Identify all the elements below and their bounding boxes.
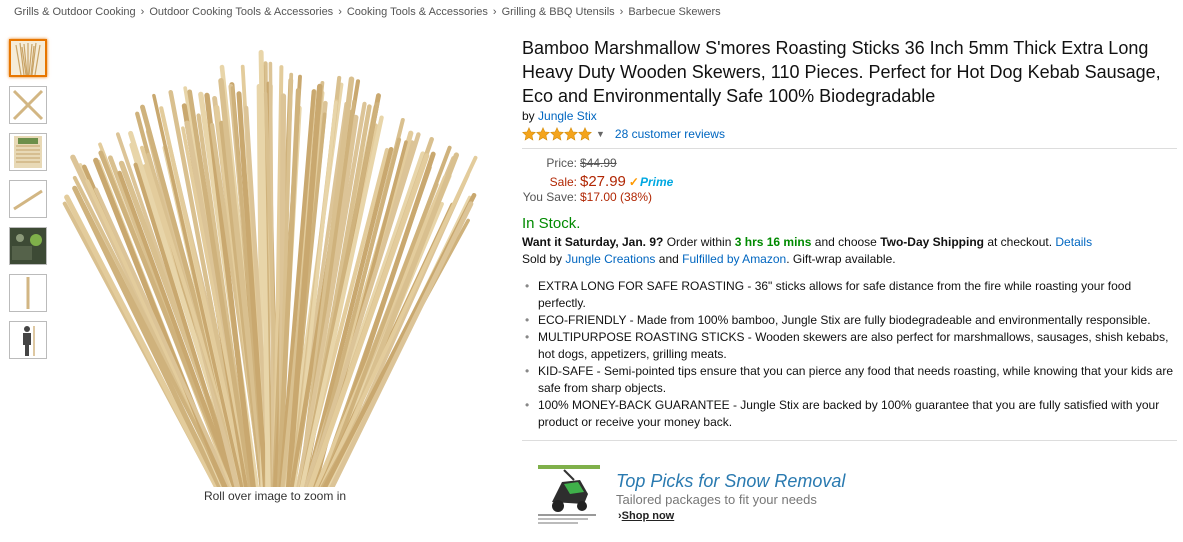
and-choose-label: and choose bbox=[814, 235, 877, 249]
breadcrumb-link[interactable]: Barbecue Skewers bbox=[628, 6, 720, 18]
breadcrumb: Grills & Outdoor Cooking › Outdoor Cooking… bbox=[14, 6, 721, 18]
skewers-thumb-image bbox=[11, 41, 45, 75]
product-details: Bamboo Marshmallow S'mores Roasting Stic… bbox=[522, 36, 1177, 441]
and-label: and bbox=[658, 252, 679, 266]
savings-row: You Save: $17.00 (38%) bbox=[522, 190, 1177, 207]
sale-price-label: Sale: bbox=[549, 175, 577, 189]
details-link[interactable]: Details bbox=[1055, 235, 1092, 249]
thumbnail-6[interactable] bbox=[9, 274, 47, 312]
seller-link[interactable]: Jungle Creations bbox=[565, 252, 655, 266]
breadcrumb-link[interactable]: Grilling & BBQ Utensils bbox=[502, 6, 615, 18]
star-icon bbox=[564, 126, 578, 141]
sale-price: $27.99 bbox=[580, 173, 626, 190]
breadcrumb-separator: › bbox=[492, 6, 497, 18]
stock-status: In Stock. bbox=[522, 215, 581, 232]
ad-title[interactable]: Top Picks for Snow Removal bbox=[616, 471, 845, 492]
star-icon bbox=[578, 126, 592, 141]
shop-now-label: Shop now bbox=[621, 510, 675, 522]
star-icon bbox=[550, 126, 564, 141]
breadcrumb-separator: › bbox=[619, 6, 624, 18]
ad-subtitle: Tailored packages to fit your needs bbox=[616, 492, 817, 507]
feature-bullet: KID-SAFE - Semi-pointed tips ensure that… bbox=[522, 363, 1177, 397]
savings-value: $17.00 (38%) bbox=[580, 190, 653, 204]
main-product-image[interactable] bbox=[55, 40, 495, 487]
breadcrumb-link[interactable]: Cooking Tools & Accessories bbox=[347, 6, 488, 18]
package-thumb-image bbox=[14, 136, 42, 168]
feature-bullet: EXTRA LONG FOR SAFE ROASTING - 36" stick… bbox=[522, 278, 1177, 312]
by-label: by bbox=[522, 109, 535, 123]
zoom-hint: Roll over image to zoom in bbox=[203, 489, 347, 503]
breadcrumb-link[interactable]: Outdoor Cooking Tools & Accessories bbox=[149, 6, 333, 18]
divider bbox=[522, 148, 1177, 149]
list-price-row: Price: $44.99 bbox=[522, 156, 1177, 173]
thumbnail-7[interactable] bbox=[9, 321, 47, 359]
brand-link[interactable]: Jungle Stix bbox=[538, 109, 597, 123]
order-countdown: 3 hrs 16 mins bbox=[734, 235, 812, 249]
list-price-label: Price: bbox=[546, 156, 577, 170]
thumbnail-1[interactable] bbox=[9, 39, 47, 77]
prime-check-icon: ✓ bbox=[628, 175, 639, 189]
want-it-date: Want it Saturday, Jan. 9? bbox=[522, 235, 664, 249]
shop-now-link[interactable]: ›Shop now bbox=[618, 510, 674, 522]
star-icon bbox=[536, 126, 550, 141]
campfire-thumb-image bbox=[10, 228, 46, 264]
prime-badge[interactable]: ✓ Prime bbox=[629, 175, 673, 189]
breadcrumb-separator: › bbox=[338, 6, 342, 18]
reviews-link[interactable]: 28 customer reviews bbox=[615, 127, 725, 141]
person-silhouette-thumb-image bbox=[23, 326, 35, 356]
thumbnail-strip bbox=[9, 39, 49, 368]
rating-row: ▼ 28 customer reviews bbox=[522, 125, 1177, 142]
order-within-label: Order within bbox=[666, 235, 732, 249]
stick-length-thumb-image bbox=[26, 277, 30, 309]
breadcrumb-link[interactable]: Grills & Outdoor Cooking bbox=[14, 6, 136, 18]
feature-bullet: 100% MONEY-BACK GUARANTEE - Jungle Stix … bbox=[522, 397, 1177, 431]
chevron-down-icon[interactable]: ▼ bbox=[596, 129, 605, 139]
thumbnail-5[interactable] bbox=[9, 227, 47, 265]
thumbnail-4[interactable] bbox=[9, 180, 47, 218]
star-icon bbox=[522, 126, 536, 141]
feature-bullets: EXTRA LONG FOR SAFE ROASTING - 36" stick… bbox=[522, 278, 1177, 431]
star-rating[interactable] bbox=[522, 126, 592, 141]
shipping-option: Two-Day Shipping bbox=[880, 235, 984, 249]
at-checkout-label: at checkout. bbox=[987, 235, 1053, 249]
sale-price-row: Sale: $27.99 ✓ Prime bbox=[522, 173, 1177, 190]
gift-wrap-text: . Gift-wrap available. bbox=[786, 252, 896, 266]
fulfilled-by-amazon-link[interactable]: Fulfilled by Amazon bbox=[682, 252, 786, 266]
snow-removal-ad[interactable]: Top Picks for Snow Removal Tailored pack… bbox=[534, 464, 934, 528]
divider bbox=[522, 440, 1177, 441]
snow-thrower-ad-image bbox=[534, 464, 604, 526]
breadcrumb-separator: › bbox=[140, 6, 145, 18]
thumbnail-3[interactable] bbox=[9, 133, 47, 171]
list-price: $44.99 bbox=[580, 156, 617, 170]
single-stick-thumb-image bbox=[13, 189, 43, 211]
price-block: Price: $44.99 Sale: $27.99 ✓ Prime You Sa… bbox=[522, 156, 1177, 207]
savings-label: You Save: bbox=[522, 190, 577, 204]
delivery-info: Want it Saturday, Jan. 9? Order within 3… bbox=[522, 234, 1177, 268]
feature-bullet: ECO-FRIENDLY - Made from 100% bamboo, Ju… bbox=[522, 312, 1177, 329]
skewers-bundle-image bbox=[62, 49, 478, 487]
product-title: Bamboo Marshmallow S'mores Roasting Stic… bbox=[522, 38, 1161, 106]
thumbnail-2[interactable] bbox=[9, 86, 47, 124]
crossed-sticks-thumb-image bbox=[12, 89, 44, 121]
feature-bullet: MULTIPURPOSE ROASTING STICKS - Wooden sk… bbox=[522, 329, 1177, 363]
byline: by Jungle Stix bbox=[522, 109, 1177, 123]
sold-by-label: Sold by bbox=[522, 252, 563, 266]
prime-label: Prime bbox=[639, 175, 674, 189]
